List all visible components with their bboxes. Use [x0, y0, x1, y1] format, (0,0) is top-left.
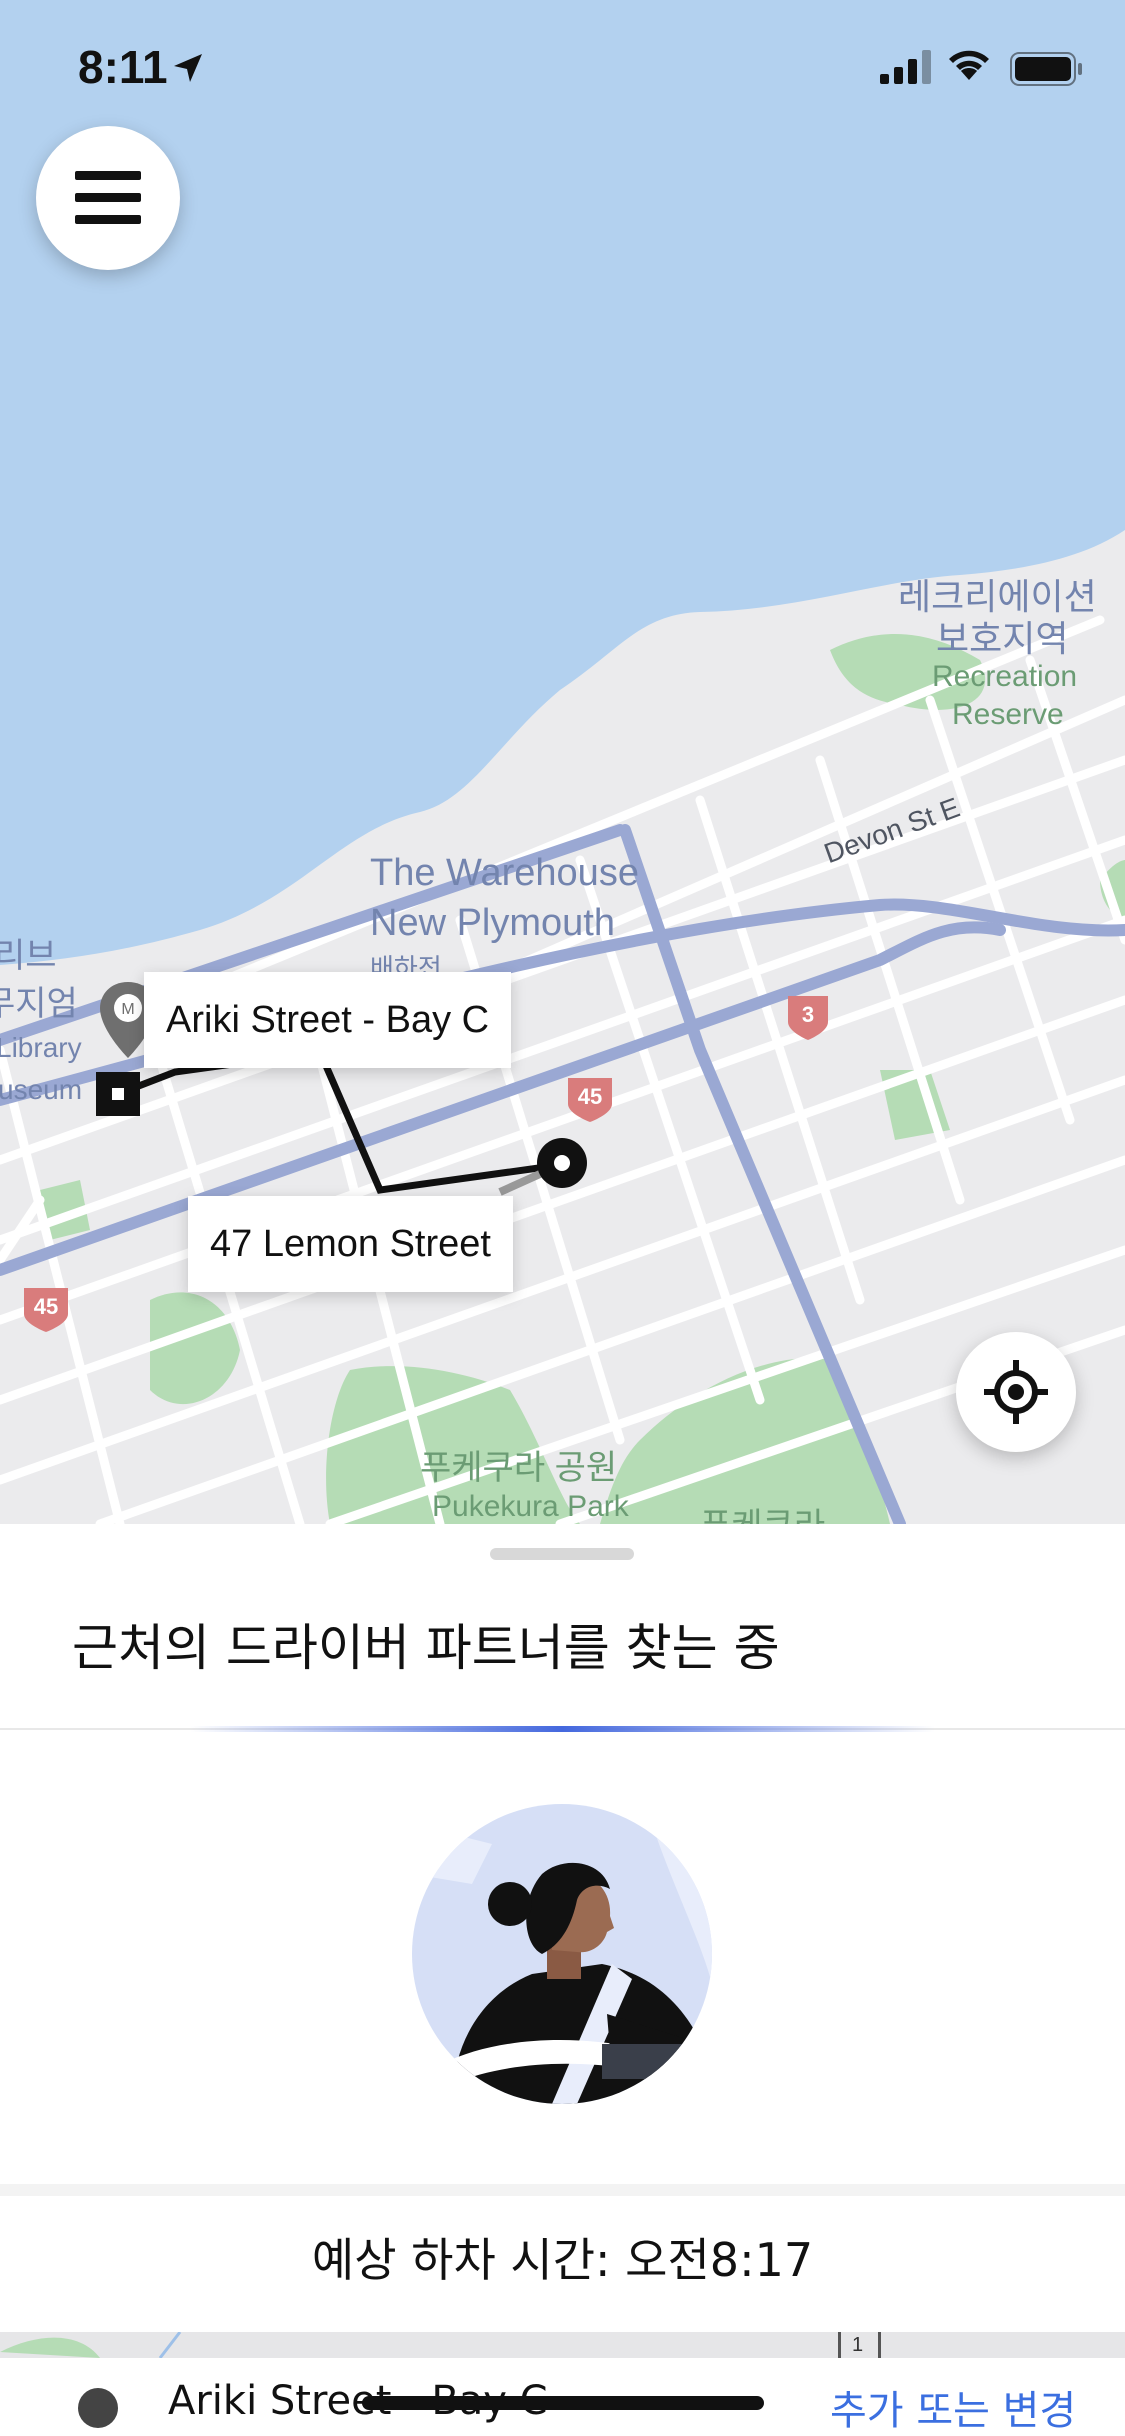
- map-label-park: Pukekura Park: [432, 1490, 629, 1523]
- map-label-library: Library: [0, 1032, 82, 1063]
- map-label-park-ko: 푸케쿠라 공원: [420, 1449, 618, 1487]
- locate-me-button[interactable]: [956, 1332, 1076, 1452]
- section-separator: [0, 2184, 1125, 2196]
- sheet-grabber[interactable]: [490, 1548, 634, 1560]
- eta-label: 예상 하차 시간: 오전8:17: [311, 2233, 814, 2287]
- map-label-library-ko: 리브: [0, 937, 57, 975]
- cellular-signal-icon: [880, 50, 931, 84]
- mini-map-strip: 1: [0, 2332, 1125, 2358]
- map-label-recreation: Reserve: [952, 698, 1064, 731]
- crosshair-icon: [984, 1360, 1048, 1424]
- svg-text:3: 3: [802, 1002, 814, 1027]
- wifi-icon: [949, 50, 989, 80]
- status-bar: 8:11: [0, 0, 1125, 130]
- map-label-warehouse: New Plymouth: [370, 902, 615, 944]
- driver-illustration: [412, 1804, 712, 2104]
- mini-map-label: 1: [852, 2334, 864, 2356]
- svg-text:45: 45: [34, 1294, 58, 1319]
- dropoff-callout[interactable]: 47 Lemon Street: [188, 1196, 513, 1292]
- map-label-recreation-ko: 보호지역: [936, 618, 1069, 659]
- pickup-callout[interactable]: Ariki Street - Bay C: [144, 972, 512, 1068]
- mini-map-canvas: [0, 2332, 1125, 2358]
- battery-icon: [1010, 52, 1082, 86]
- search-progress-bar: [190, 1726, 935, 1732]
- location-arrow-icon: [174, 54, 202, 82]
- home-indicator[interactable]: [362, 2396, 764, 2410]
- map-label-park-ko: 푸케쿠라: [700, 1498, 825, 1524]
- svg-text:45: 45: [578, 1084, 602, 1109]
- pickup-dot-icon: [78, 2388, 118, 2428]
- map-label-recreation: Recreation: [932, 660, 1078, 693]
- map-label-warehouse: The Warehouse: [370, 852, 639, 894]
- add-or-change-link[interactable]: 추가 또는 변경: [830, 2378, 1076, 2436]
- bottom-sheet[interactable]: 근처의 드라이버 파트너를 찾는 중 예상 하차 시간: 오전8:17 1 Ar…: [0, 1524, 1125, 2436]
- status-time: 8:11: [78, 41, 168, 93]
- sheet-title: 근처의 드라이버 파트너를 찾는 중: [72, 1619, 780, 1677]
- poi-pin-glyph: M: [121, 1001, 134, 1018]
- map-label-library: useum: [0, 1074, 83, 1105]
- menu-button[interactable]: [36, 126, 180, 270]
- map-label-library-ko: 무지엄: [0, 985, 78, 1023]
- menu-icon: [75, 171, 141, 224]
